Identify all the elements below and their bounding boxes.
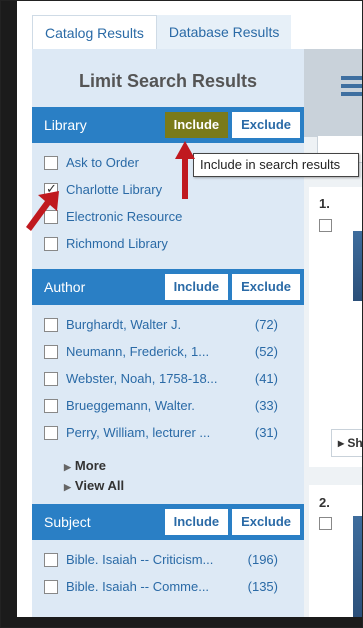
facet-more-links: ▶ More ▶ View All bbox=[32, 446, 304, 504]
facet-item-count: (72) bbox=[254, 317, 278, 332]
result-card bbox=[309, 187, 362, 467]
exclude-button[interactable]: Exclude bbox=[232, 112, 300, 138]
result-checkbox[interactable] bbox=[319, 219, 332, 232]
facet-item[interactable]: Brueggemann, Walter. (33) bbox=[44, 392, 304, 419]
checkbox[interactable] bbox=[44, 344, 58, 359]
frame-border-left bbox=[1, 1, 17, 627]
list-view-icon[interactable] bbox=[341, 76, 362, 96]
triangle-right-icon: ▸ bbox=[338, 436, 348, 450]
result-number: 1. bbox=[319, 196, 330, 211]
checkbox[interactable] bbox=[44, 579, 58, 594]
facet-item-label[interactable]: Electronic Resource bbox=[66, 209, 304, 224]
facet-header-subject: Subject Include Exclude bbox=[32, 504, 304, 540]
facet-item[interactable]: Bible. Isaiah -- Comme... (135) bbox=[44, 573, 304, 600]
facet-item[interactable]: Bible. Isaiah -- Criticism... (196) bbox=[44, 546, 304, 573]
triangle-right-icon: ▶ bbox=[64, 462, 71, 472]
more-link-label[interactable]: More bbox=[75, 458, 106, 473]
view-all-link-label[interactable]: View All bbox=[75, 478, 124, 493]
checkbox[interactable] bbox=[44, 317, 58, 332]
facet-item[interactable]: Electronic Resource bbox=[44, 203, 304, 230]
tab-database-results[interactable]: Database Results bbox=[156, 15, 292, 49]
facet-item-label[interactable]: Charlotte Library bbox=[66, 182, 304, 197]
facet-item[interactable]: Webster, Noah, 1758-18... (41) bbox=[44, 365, 304, 392]
facet-item-label[interactable]: Burghardt, Walter J. bbox=[66, 317, 226, 332]
include-button[interactable]: Include bbox=[164, 274, 229, 300]
facet-item-label[interactable]: Neumann, Frederick, 1... bbox=[66, 344, 226, 359]
exclude-button[interactable]: Exclude bbox=[232, 274, 300, 300]
facet-item-label[interactable]: Brueggemann, Walter. bbox=[66, 398, 226, 413]
checkbox-checked[interactable] bbox=[44, 181, 58, 197]
include-button[interactable]: Include bbox=[164, 509, 229, 535]
facet-item[interactable]: Burghardt, Walter J. (72) bbox=[44, 311, 304, 338]
limit-search-sidebar: Limit Search Results Library Include Exc… bbox=[32, 49, 304, 619]
triangle-right-icon: ▶ bbox=[64, 482, 71, 492]
include-tooltip: Include in search results bbox=[193, 153, 359, 177]
facet-name: Library bbox=[44, 117, 87, 133]
facet-list-subject: Bible. Isaiah -- Criticism... (196) Bibl… bbox=[32, 540, 304, 600]
facet-header-author: Author Include Exclude bbox=[32, 269, 304, 305]
show-button-label[interactable]: Sh bbox=[347, 436, 362, 450]
facet-item[interactable]: Charlotte Library bbox=[44, 176, 304, 203]
facet-item-label[interactable]: Richmond Library bbox=[66, 236, 304, 251]
facet-item-count: (33) bbox=[254, 398, 278, 413]
facet-item[interactable]: Richmond Library bbox=[44, 230, 304, 257]
frame-border-bottom bbox=[1, 617, 362, 627]
facet-item[interactable]: Neumann, Frederick, 1... (52) bbox=[44, 338, 304, 365]
facet-item-count: (196) bbox=[247, 552, 278, 567]
view-all-link[interactable]: ▶ View All bbox=[64, 476, 304, 496]
checkbox[interactable] bbox=[44, 236, 58, 251]
facet-item[interactable]: Perry, William, lecturer ... (31) bbox=[44, 419, 304, 446]
facet-item-count: (135) bbox=[247, 579, 278, 594]
checkbox[interactable] bbox=[44, 371, 58, 386]
sidebar-title: Limit Search Results bbox=[78, 71, 258, 91]
checkbox[interactable] bbox=[44, 398, 58, 413]
show-button[interactable]: ▸ Sh bbox=[331, 429, 362, 457]
tab-catalog-results[interactable]: Catalog Results bbox=[32, 15, 157, 49]
more-link[interactable]: ▶ More bbox=[64, 456, 304, 476]
checkbox[interactable] bbox=[44, 425, 58, 440]
facet-name: Author bbox=[44, 279, 86, 295]
facet-item-label[interactable]: Perry, William, lecturer ... bbox=[66, 425, 226, 440]
checkbox[interactable] bbox=[44, 552, 58, 567]
facet-item-label[interactable]: Webster, Noah, 1758-18... bbox=[66, 371, 226, 386]
result-thumbnail[interactable] bbox=[353, 516, 362, 619]
checkbox[interactable] bbox=[44, 155, 58, 170]
facet-item-count: (52) bbox=[254, 344, 278, 359]
checkbox[interactable] bbox=[44, 209, 58, 224]
facet-list-author: Burghardt, Walter J. (72) Neumann, Frede… bbox=[32, 305, 304, 446]
include-button[interactable]: Include bbox=[164, 112, 229, 138]
facet-item-label[interactable]: Bible. Isaiah -- Criticism... bbox=[66, 552, 226, 567]
facet-header-library: Library Include Exclude bbox=[32, 107, 304, 143]
result-checkbox[interactable] bbox=[319, 517, 332, 530]
result-thumbnail[interactable] bbox=[353, 231, 362, 301]
facet-item-count: (41) bbox=[254, 371, 278, 386]
facet-name: Subject bbox=[44, 514, 91, 530]
facet-item-count: (31) bbox=[254, 425, 278, 440]
facet-item-label[interactable]: Bible. Isaiah -- Comme... bbox=[66, 579, 226, 594]
results-tabs: Catalog Results Database Results bbox=[32, 15, 312, 49]
screenshot-frame: Catalog Results Database Results Limit S… bbox=[0, 0, 363, 628]
exclude-button[interactable]: Exclude bbox=[232, 509, 300, 535]
result-number: 2. bbox=[319, 495, 330, 510]
